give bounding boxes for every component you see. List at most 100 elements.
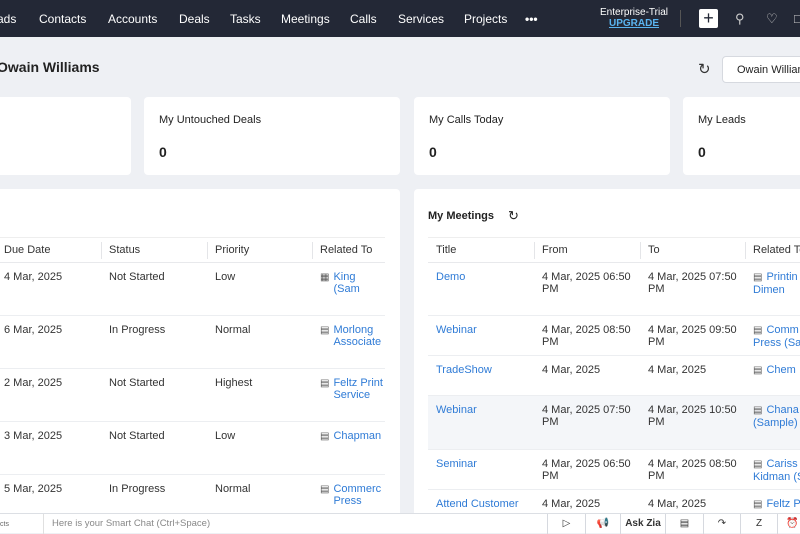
related-link[interactable]: Feltz P — [766, 498, 800, 510]
search-icon[interactable]: ⚲ — [735, 11, 745, 27]
to: 4 Mar, 2025 07:50 PM — [640, 262, 745, 316]
nav-accounts[interactable]: Accounts — [108, 12, 157, 26]
col-status[interactable]: Status — [101, 237, 207, 263]
nav-projects[interactable]: Projects — [464, 12, 507, 26]
to: 4 Mar, 2025 09:50 PM — [640, 315, 745, 356]
panel-title: My Meetings — [428, 210, 495, 222]
to: 4 Mar, 2025 10:50 PM — [640, 395, 745, 450]
table-row[interactable]: 3 Mar, 2025 Not Started Low ▤ Chapman — [0, 421, 385, 475]
related-icon: ▤ — [753, 272, 763, 283]
upgrade-link[interactable]: UPGRADE — [599, 18, 669, 29]
card-leads[interactable]: My Leads 0 — [683, 97, 800, 175]
from: 4 Mar, 2025 07:50 PM — [534, 395, 640, 450]
wallet-icon: ▤ — [320, 484, 330, 495]
user-select-button[interactable]: Owain Williams — [722, 56, 800, 83]
col-to[interactable]: To — [640, 237, 745, 263]
due-date: 6 Mar, 2025 — [0, 315, 101, 369]
related-icon: ▤ — [753, 459, 763, 470]
smart-chat-input[interactable]: Here is your Smart Chat (Ctrl+Space) — [43, 514, 547, 534]
refresh-icon[interactable]: ↻ — [698, 60, 711, 78]
card-label: My Leads — [698, 114, 746, 126]
chart-icon[interactable]: ▤ — [665, 514, 703, 534]
zia-icon[interactable]: Z — [740, 514, 777, 534]
table-row[interactable]: Seminar 4 Mar, 2025 06:50 PM 4 Mar, 2025… — [428, 449, 800, 490]
related-link[interactable]: King (Sam — [333, 271, 383, 295]
nav-tasks[interactable]: Tasks — [230, 12, 261, 26]
meeting-title-link[interactable]: Webinar — [436, 404, 477, 416]
related-link[interactable]: Feltz Print Service — [333, 377, 383, 401]
from: 4 Mar, 2025 — [534, 355, 640, 396]
bottom-left-label: cts — [0, 521, 9, 528]
from: 4 Mar, 2025 08:50 PM — [534, 315, 640, 356]
bottom-bar: cts Here is your Smart Chat (Ctrl+Space)… — [0, 513, 800, 534]
col-title[interactable]: Title — [428, 237, 534, 263]
priority: Normal — [207, 315, 312, 369]
bell-icon[interactable]: ♡ — [766, 11, 778, 27]
calendar-icon[interactable]: □ — [794, 11, 800, 26]
nav-calls[interactable]: Calls — [350, 12, 377, 26]
related-icon: ▤ — [753, 499, 763, 510]
related-icon: ▤ — [753, 325, 763, 336]
building-icon: ▦ — [320, 272, 330, 283]
priority: Low — [207, 421, 312, 475]
table-row[interactable]: 4 Mar, 2025 Not Started Low ▦ King (Sam — [0, 262, 385, 316]
due-date: 2 Mar, 2025 — [0, 368, 101, 422]
video-icon[interactable]: ▷ — [547, 514, 585, 534]
page-title: Owain Williams — [0, 59, 100, 75]
meeting-title-link[interactable]: TradeShow — [436, 364, 492, 376]
card-calls-today[interactable]: My Calls Today 0 — [414, 97, 670, 175]
card-1[interactable] — [0, 97, 131, 175]
col-priority[interactable]: Priority — [207, 237, 312, 263]
ask-zia-button[interactable]: Ask Zia — [620, 514, 665, 534]
divider — [680, 10, 681, 27]
col-from[interactable]: From — [534, 237, 640, 263]
priority: Low — [207, 262, 312, 316]
related-link[interactable]: Commerc Press — [333, 483, 383, 507]
related-link[interactable]: Chem — [766, 364, 795, 376]
tasks-panel: Due Date Status Priority Related To 4 Ma… — [0, 189, 400, 519]
more-icon[interactable]: ••• — [525, 12, 538, 26]
table-row[interactable]: 6 Mar, 2025 In Progress Normal ▤ Morlong … — [0, 315, 385, 369]
to: 4 Mar, 2025 — [640, 355, 745, 396]
due-date: 4 Mar, 2025 — [0, 262, 101, 316]
from: 4 Mar, 2025 06:50 PM — [534, 262, 640, 316]
alarm-icon[interactable]: ⏰ — [777, 514, 800, 534]
wallet-icon: ▤ — [320, 378, 330, 389]
meetings-panel: My Meetings ↻ Title From To Related To D… — [414, 189, 800, 519]
nav-leads[interactable]: ads — [0, 12, 16, 26]
refresh-icon[interactable]: ↻ — [508, 208, 519, 224]
meeting-title-link[interactable]: Demo — [436, 271, 465, 283]
shortcut-icon[interactable]: ↷ — [703, 514, 740, 534]
meeting-title-link[interactable]: Seminar — [436, 458, 477, 470]
trial-label: Enterprise-Trial — [600, 7, 668, 18]
table-row[interactable]: Webinar 4 Mar, 2025 08:50 PM 4 Mar, 2025… — [428, 315, 800, 356]
card-label: My Calls Today — [429, 114, 504, 126]
status: In Progress — [101, 315, 207, 369]
table-row[interactable]: 2 Mar, 2025 Not Started Highest ▤ Feltz P… — [0, 368, 385, 422]
status: Not Started — [101, 368, 207, 422]
related-icon: ▤ — [753, 405, 763, 416]
table-row[interactable]: TradeShow 4 Mar, 2025 4 Mar, 2025 ▤ Chem — [428, 355, 800, 396]
meeting-title-link[interactable]: Attend Customer — [436, 498, 519, 510]
table-row[interactable]: Demo 4 Mar, 2025 06:50 PM 4 Mar, 2025 07… — [428, 262, 800, 316]
card-label: My Untouched Deals — [159, 114, 262, 126]
related-link[interactable]: Chapman — [333, 430, 383, 442]
related-link[interactable]: Morlong Associate — [333, 324, 383, 348]
create-plus-icon[interactable]: + — [699, 9, 718, 28]
status: Not Started — [101, 262, 207, 316]
meeting-title-link[interactable]: Webinar — [436, 324, 477, 336]
top-nav: ads Contacts Accounts Deals Tasks Meetin… — [0, 0, 800, 37]
megaphone-icon[interactable]: 📢 — [585, 514, 620, 534]
col-related[interactable]: Related To — [312, 237, 385, 263]
nav-deals[interactable]: Deals — [179, 12, 210, 26]
card-value: 0 — [159, 144, 167, 160]
col-due-date[interactable]: Due Date — [0, 237, 101, 263]
nav-meetings[interactable]: Meetings — [281, 12, 330, 26]
nav-services[interactable]: Services — [398, 12, 444, 26]
col-related[interactable]: Related To — [745, 237, 800, 263]
meetings-table: Title From To Related To Demo 4 Mar, 202… — [428, 237, 800, 519]
from: 4 Mar, 2025 06:50 PM — [534, 449, 640, 490]
nav-contacts[interactable]: Contacts — [39, 12, 86, 26]
table-row[interactable]: Webinar 4 Mar, 2025 07:50 PM 4 Mar, 2025… — [428, 395, 800, 450]
card-untouched-deals[interactable]: My Untouched Deals 0 — [144, 97, 400, 175]
